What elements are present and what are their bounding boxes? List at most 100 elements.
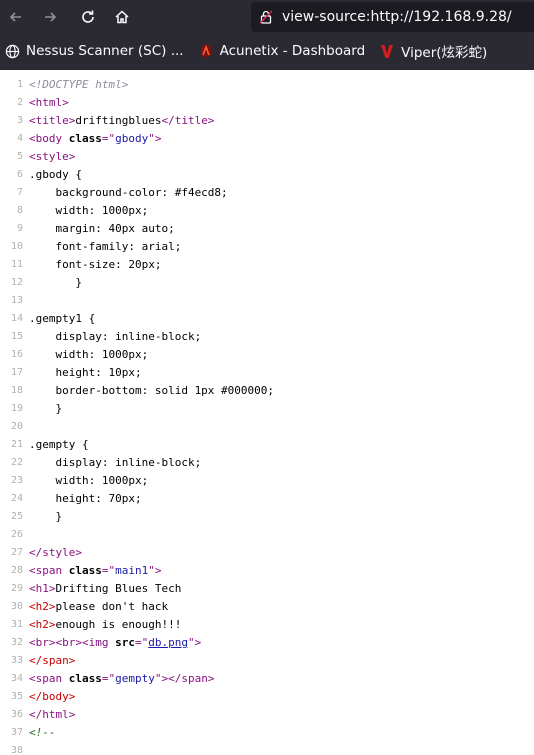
bookmark-label: Acunetix - Dashboard [219,43,366,59]
line-number: 19 [10,403,23,414]
insecure-lock-icon[interactable] [258,9,274,25]
source-line: 24 height: 70px; [0,490,534,508]
line-code: <span class="main1"> [29,562,162,580]
code-token: width: 1000px; [29,474,149,487]
bookmark-viper[interactable]: Viper(炫彩蛇) [379,37,487,65]
line-code: } [29,274,82,292]
line-code: <body class="gbody"> [29,130,162,148]
line-number: 9 [16,223,23,234]
line-number: 4 [16,133,23,144]
line-code: <html> [29,94,69,112]
code-token: border-bottom: solid 1px #000000; [29,384,275,397]
source-line: 21 .gempty { [0,436,534,454]
line-code: font-size: 20px; [29,256,161,274]
line-number: 37 [10,727,23,738]
code-token: class [68,564,102,577]
line-code: margin: 40px auto; [29,220,175,238]
line-code: } [29,508,62,526]
source-line: 37 <!-- [0,724,534,742]
line-number: 3 [16,115,23,126]
source-line: 13 [0,292,534,310]
url-text[interactable]: view-source:http://192.168.9.28/ [282,9,512,25]
source-line: 26 [0,526,534,544]
line-code: font-family: arial; [29,238,181,256]
code-token: Drifting Blues Tech [55,582,182,595]
source-line: 36 </html> [0,706,534,724]
reload-icon [82,10,94,23]
code-token: "> [187,636,202,649]
line-number: 34 [10,673,23,684]
line-code: <br><br><img src="db.png"> [29,634,201,652]
code-token: "> [148,132,162,145]
home-icon [115,10,129,24]
code-token: height: 70px; [29,492,142,505]
line-number: 38 [10,745,23,755]
bookmark-nessus[interactable]: Nessus Scanner (SC) ... [4,37,184,65]
line-number: 11 [10,259,23,270]
bookmark-acunetix[interactable]: Acunetix - Dashboard [198,37,366,65]
code-token: </span> [29,654,76,667]
code-token: gbody [115,132,149,145]
code-token: main1 [115,564,149,577]
code-token: </style> [29,546,82,559]
back-button[interactable] [4,5,28,29]
line-number: 1 [16,79,23,90]
navigation-row: view-source:http://192.168.9.28/ [0,0,534,34]
source-link[interactable]: db.png [148,636,188,649]
code-token: .gempty { [29,438,89,451]
code-token: </body> [29,690,76,703]
line-number: 6 [16,169,23,180]
source-line: 11 font-size: 20px; [0,256,534,274]
line-code: background-color: #f4ecd8; [29,184,228,202]
line-number: 8 [16,205,23,216]
reload-button[interactable] [76,5,100,29]
code-token: please don't hack [55,600,169,613]
code-token: =" [134,636,149,649]
line-number: 10 [10,241,23,252]
code-token: .gempty1 { [29,312,96,325]
line-code: </body> [29,688,75,706]
code-token: background-color: #f4ecd8; [29,186,228,199]
code-token: <h1> [29,582,56,595]
line-number: 17 [10,367,23,378]
line-code: display: inline-block; [29,328,201,346]
forward-button[interactable] [38,5,62,29]
home-button[interactable] [110,5,134,29]
source-line: 9 margin: 40px auto; [0,220,534,238]
source-line: 35 </body> [0,688,534,706]
bookmarks-toolbar: Nessus Scanner (SC) ... Acunetix - Dashb… [0,37,534,65]
line-code: <h2>please don't hack [29,598,168,616]
source-line: 23 width: 1000px; [0,472,534,490]
line-number: 16 [10,349,23,360]
code-token: class [68,672,102,685]
code-token: class [68,132,102,145]
source-line: 34 <span class="gempty"></span> [0,670,534,688]
code-token: gempty [115,672,155,685]
source-line: 33 </span> [0,652,534,670]
code-token: margin: 40px auto; [29,222,175,235]
address-bar[interactable]: view-source:http://192.168.9.28/ [251,2,534,32]
code-token: <style> [29,150,76,163]
code-token: src [115,636,135,649]
code-token: display: inline-block; [29,330,202,343]
line-code: height: 70px; [29,490,142,508]
code-token: =" [101,672,116,685]
line-number: 25 [10,511,23,522]
line-code: display: inline-block; [29,454,201,472]
forward-arrow-icon [45,12,57,22]
line-number: 14 [10,313,23,324]
code-token: <title> [29,114,76,127]
line-number: 7 [16,187,23,198]
line-code: .gempty { [29,436,89,454]
line-number: 12 [10,277,23,288]
code-token: <html> [29,96,69,109]
code-token: display: inline-block; [29,456,202,469]
line-code: <h2>enough is enough!!! [29,616,181,634]
line-number: 5 [16,151,23,162]
source-line: 2 <html> [0,94,534,112]
line-code: <!-- [29,724,56,742]
code-token: <h2> [29,618,56,631]
source-line: 27 </style> [0,544,534,562]
source-line: 1 <!DOCTYPE html> [0,76,534,94]
line-number: 2 [16,97,23,108]
